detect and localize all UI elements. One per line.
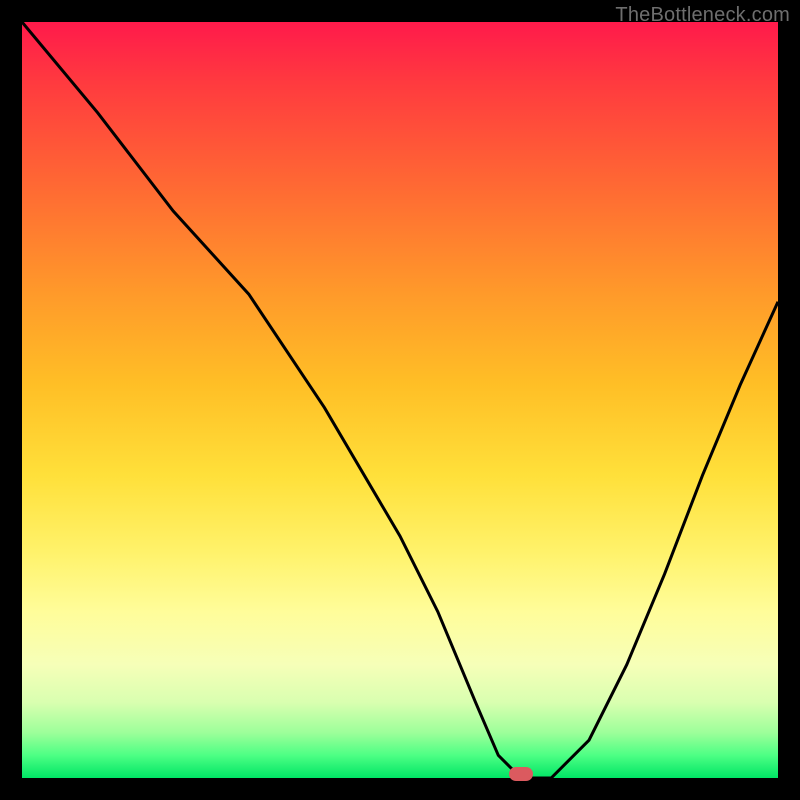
bottleneck-curve-path — [22, 22, 778, 778]
plot-area — [22, 22, 778, 778]
optimal-point-marker — [509, 767, 533, 781]
chart-frame: TheBottleneck.com — [0, 0, 800, 800]
watermark-text: TheBottleneck.com — [615, 4, 790, 27]
curve-svg — [22, 22, 778, 778]
